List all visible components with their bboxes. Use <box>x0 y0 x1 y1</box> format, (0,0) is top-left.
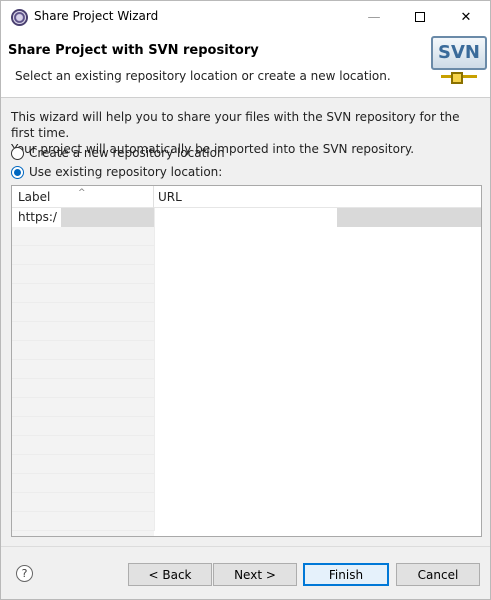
option-create-new-label: Create a new repository location <box>29 146 225 160</box>
cell-url <box>154 246 481 265</box>
maximize-button[interactable] <box>397 1 443 33</box>
radio-create-new[interactable] <box>11 146 24 160</box>
cell-url <box>154 322 481 341</box>
table-row[interactable] <box>12 246 481 265</box>
cell-label <box>12 379 154 398</box>
cancel-button[interactable]: Cancel <box>396 563 480 586</box>
help-icon[interactable]: ? <box>16 565 33 582</box>
cell-label <box>12 455 154 474</box>
cell-url <box>154 417 481 436</box>
page-title: Share Project with SVN repository <box>8 43 259 58</box>
footer-divider <box>1 546 490 547</box>
cell-url <box>154 436 481 455</box>
row-url-text <box>155 208 165 227</box>
cell-label <box>12 398 154 417</box>
cell-label <box>12 512 154 531</box>
cell-url <box>154 493 481 512</box>
cell-url <box>154 265 481 284</box>
column-header-label[interactable]: Label ^ <box>12 186 154 208</box>
row-label-text: https:/ <box>12 208 61 227</box>
cell-url <box>154 455 481 474</box>
cell-label <box>12 322 154 341</box>
cell-label <box>12 436 154 455</box>
table-row[interactable] <box>12 436 481 455</box>
sort-ascending-icon: ^ <box>78 188 86 198</box>
finish-button[interactable]: Finish <box>303 563 389 586</box>
table-row[interactable] <box>12 303 481 322</box>
table-row[interactable] <box>12 398 481 417</box>
maximize-icon <box>415 12 425 22</box>
cell-label: https:/ <box>12 208 154 227</box>
cell-url <box>154 303 481 322</box>
cell-url <box>154 360 481 379</box>
table-row[interactable] <box>12 455 481 474</box>
cell-label <box>12 360 154 379</box>
cell-url <box>154 512 481 531</box>
cell-label <box>12 303 154 322</box>
svn-plug-icon <box>451 72 463 84</box>
minimize-button[interactable]: — <box>351 1 397 33</box>
column-header-url[interactable]: URL <box>154 186 481 208</box>
radio-use-existing[interactable] <box>11 165 24 179</box>
table-row[interactable] <box>12 474 481 493</box>
cell-label <box>12 474 154 493</box>
table-row[interactable] <box>12 265 481 284</box>
back-button[interactable]: < Back <box>128 563 212 586</box>
table-row[interactable] <box>12 493 481 512</box>
cell-label <box>12 265 154 284</box>
eclipse-app-icon <box>11 9 28 26</box>
cell-label <box>12 227 154 246</box>
table-row[interactable] <box>12 322 481 341</box>
cell-url <box>154 227 481 246</box>
table-row[interactable] <box>12 512 481 531</box>
close-button[interactable]: ✕ <box>443 1 489 33</box>
page-subtitle: Select an existing repository location o… <box>15 69 391 83</box>
cell-url <box>154 284 481 303</box>
cell-label <box>12 417 154 436</box>
share-project-wizard-window: Share Project Wizard — ✕ Share Project w… <box>0 0 491 600</box>
header-divider <box>1 97 490 98</box>
cell-url <box>154 474 481 493</box>
cell-label <box>12 284 154 303</box>
table-row[interactable] <box>12 360 481 379</box>
option-use-existing[interactable]: Use existing repository location: <box>11 165 222 179</box>
table-row[interactable]: https:/ <box>12 208 481 227</box>
window-title: Share Project Wizard <box>34 9 159 23</box>
cell-label <box>12 246 154 265</box>
table-row[interactable] <box>12 379 481 398</box>
cell-url <box>154 341 481 360</box>
table-header: Label ^ URL <box>12 186 481 208</box>
table-row[interactable] <box>12 417 481 436</box>
table-row[interactable] <box>12 227 481 246</box>
wizard-header: Share Project with SVN repository Select… <box>1 33 490 97</box>
svn-logo-icon: SVN <box>429 36 489 86</box>
description-line-1: This wizard will help you to share your … <box>11 110 460 140</box>
cell-url <box>154 379 481 398</box>
cell-label <box>12 341 154 360</box>
column-header-label-text: Label <box>18 190 51 204</box>
option-use-existing-label: Use existing repository location: <box>29 165 223 179</box>
selection-highlight <box>337 208 481 227</box>
next-button[interactable]: Next > <box>213 563 297 586</box>
title-bar[interactable]: Share Project Wizard — ✕ <box>1 1 490 33</box>
cell-url <box>154 208 481 227</box>
cell-label <box>12 493 154 512</box>
cell-url <box>154 398 481 417</box>
table-row[interactable] <box>12 284 481 303</box>
table-row[interactable] <box>12 341 481 360</box>
repository-table[interactable]: Label ^ URL https:/ <box>11 185 482 537</box>
option-create-new[interactable]: Create a new repository location <box>11 146 225 160</box>
svn-logo-text: SVN <box>431 36 487 70</box>
